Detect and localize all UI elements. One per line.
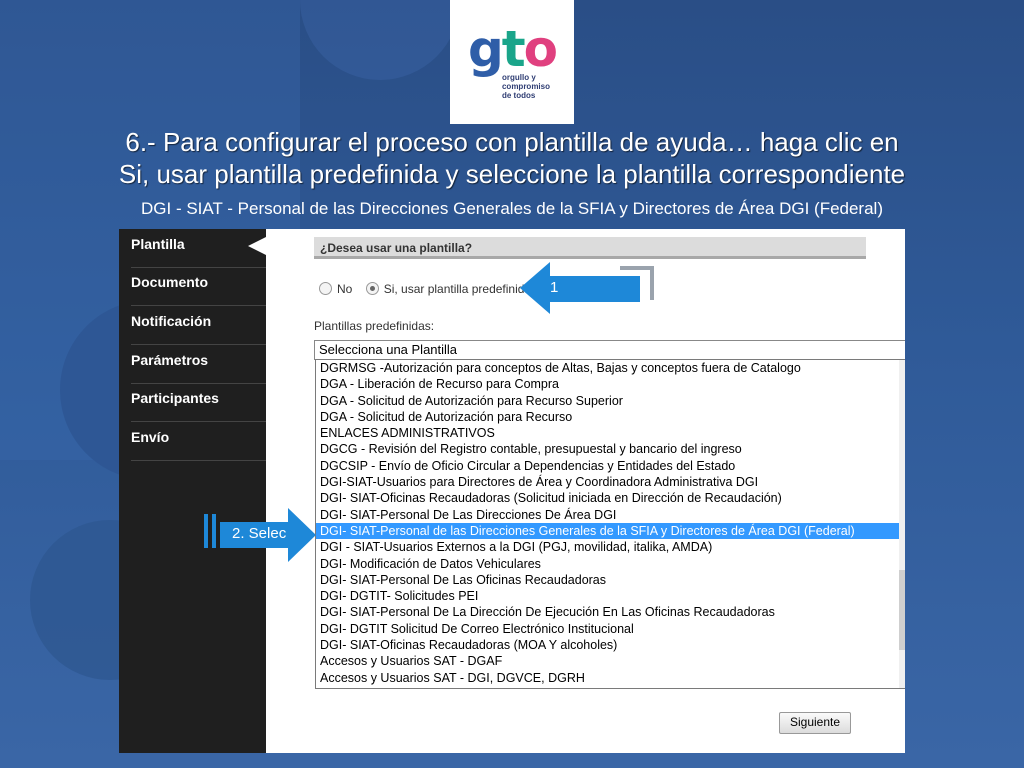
dropdown-scrollbar-thumb[interactable]: [899, 570, 905, 650]
dropdown-option[interactable]: DGA - Liberación de Recurso para Compra: [316, 376, 905, 392]
radio-yes[interactable]: [365, 282, 379, 296]
app-screenshot: Plantilla Documento Notificación Parámet…: [119, 229, 905, 753]
template-dropdown-list: DGRMSG -Autorización para conceptos de A…: [315, 359, 905, 689]
slide-title-line: 6.- Para configurar el proceso con plant…: [125, 127, 899, 157]
dropdown-option[interactable]: DGA - Solicitud de Autorización para Rec…: [316, 409, 905, 425]
radio-no-label: No: [337, 281, 353, 296]
sidebar-item-label: Participantes: [131, 390, 219, 406]
dropdown-option[interactable]: DGI- SIAT-Oficinas Recaudadoras (MOA Y a…: [316, 637, 905, 653]
dropdown-option[interactable]: DGI- SIAT-Personal De Las Direcciones De…: [316, 507, 905, 523]
dropdown-option[interactable]: DGI- DGTIT- Solicitudes PEI: [316, 588, 905, 604]
next-button[interactable]: Siguiente: [779, 712, 851, 734]
radio-yes-label: Si, usar plantilla predefinida: [383, 281, 532, 296]
callout-stripe: [212, 514, 216, 548]
logo-letter: g: [467, 19, 504, 78]
question-header: ¿Desea usar una plantilla?: [314, 237, 866, 259]
logo-letter: t: [501, 19, 526, 78]
callout-step2-label: 2. Selec: [220, 522, 288, 548]
callout-shadow: [620, 266, 654, 300]
dropdown-option[interactable]: DGCSIP - Envío de Oficio Circular a Depe…: [316, 458, 905, 474]
dropdown-option[interactable]: Accesos y Usuarios SAT - DGI, DGVCE, DGR…: [316, 670, 905, 686]
dropdown-option[interactable]: DGRMSG -Autorización para conceptos de A…: [316, 360, 905, 376]
arrow-right-icon: [288, 508, 316, 562]
dropdown-option[interactable]: DGI- DGTIT Solicitud De Correo Electróni…: [316, 621, 905, 637]
slide-title: 6.- Para configurar el proceso con plant…: [40, 126, 984, 190]
sidebar-item-envio[interactable]: Envío: [131, 422, 266, 461]
sidebar-item-label: Envío: [131, 429, 170, 445]
gto-logo: gto orgullo y compromiso de todos: [450, 0, 574, 124]
dropdown-option[interactable]: DGI- SIAT-Personal de las Direcciones Ge…: [316, 522, 905, 540]
dropdown-option[interactable]: DGI- SIAT-Oficinas Recaudadoras (Solicit…: [316, 490, 905, 506]
callout-stripe: [204, 514, 208, 548]
logo-letter: o: [523, 19, 558, 78]
dropdown-option[interactable]: DGI- SIAT-Personal De La Dirección De Ej…: [316, 604, 905, 620]
dropdown-option[interactable]: DGI-SIAT-Usuarios para Directores de Áre…: [316, 474, 905, 490]
logo-tagline: orgullo y compromiso de todos: [502, 73, 550, 100]
dropdown-option[interactable]: DGA - Solicitud de Autorización para Rec…: [316, 393, 905, 409]
dropdown-option[interactable]: Accesos y Usuarios SAT - DGAF: [316, 653, 905, 669]
dropdown-option[interactable]: ENLACES ADMINISTRATIVOS: [316, 425, 905, 441]
slide-title-line: Si, usar plantilla predefinida y selecci…: [118, 159, 906, 189]
logo-wordmark: gto: [468, 24, 558, 74]
sidebar-item-notificacion[interactable]: Notificación: [131, 306, 266, 345]
logo-tagline-line: compromiso: [501, 81, 550, 91]
sidebar-item-label: Parámetros: [131, 352, 209, 368]
dropdown-option[interactable]: DGI - SIAT-Usuarios Externos a la DGI (P…: [316, 539, 905, 555]
radio-no[interactable]: [319, 282, 332, 296]
predefined-templates-label: Plantillas predefinidas:: [314, 319, 435, 333]
dropdown-option[interactable]: DGI- SIAT-Personal De Las Oficinas Recau…: [316, 572, 905, 588]
slide-subtitle: DGI - SIAT - Personal de las Direcciones…: [141, 199, 883, 218]
sidebar-item-label: Plantilla: [131, 236, 185, 252]
sidebar-item-label: Documento: [131, 274, 208, 290]
sidebar-item-parametros[interactable]: Parámetros: [131, 345, 266, 384]
template-radio-group: No Si, usar plantilla predefinida: [319, 281, 541, 296]
sidebar: Plantilla Documento Notificación Parámet…: [119, 229, 266, 753]
dropdown-option[interactable]: DGCG - Revisión del Registro contable, p…: [316, 441, 905, 457]
sidebar-item-participantes[interactable]: Participantes: [131, 383, 266, 422]
dropdown-option[interactable]: DGI- Modificación de Datos Vehiculares: [316, 556, 905, 572]
arrow-left-icon: [520, 262, 550, 314]
background-shape: [300, 0, 460, 80]
sidebar-item-documento[interactable]: Documento: [131, 267, 266, 306]
logo-tagline-line: de todos: [501, 90, 536, 100]
template-select[interactable]: Selecciona una Plantilla: [314, 340, 905, 360]
sidebar-item-plantilla[interactable]: Plantilla: [131, 229, 266, 268]
sidebar-item-label: Notificación: [131, 313, 212, 329]
logo-tagline-line: orgullo y: [501, 72, 536, 82]
active-pointer-icon: [248, 237, 266, 255]
